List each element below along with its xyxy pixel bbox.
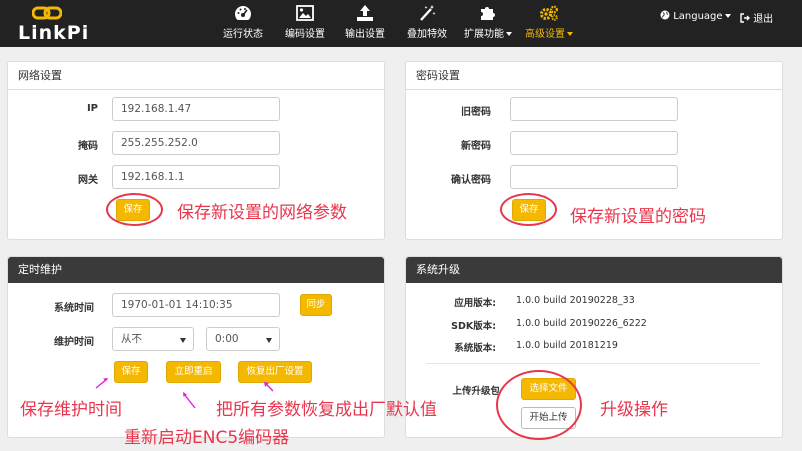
ip-label: IP xyxy=(86,103,98,114)
upgrade-highlight xyxy=(496,370,582,440)
reboot-button[interactable]: 立即重启 xyxy=(166,361,221,383)
arrow-icon xyxy=(264,382,274,392)
old-password-label: 旧密码 xyxy=(461,107,491,118)
logout-link[interactable]: 退出 xyxy=(740,10,773,25)
chevron-down-icon xyxy=(724,14,731,18)
factory-reset-annotation: 把所有参数恢复成出厂默认值 xyxy=(216,400,437,420)
reboot-annotation: 重新启动ENC5编码器 xyxy=(124,428,290,448)
mask-input[interactable]: 255.255.252.0 xyxy=(112,131,280,155)
puzzle-icon xyxy=(481,7,495,20)
system-upgrade-panel: 系统升级 应用版本: 1.0.0 build 20190228_33 SDK版本… xyxy=(405,256,783,438)
app-version-label: 应用版本: xyxy=(454,298,496,309)
chain-link-icon xyxy=(32,6,62,20)
sync-time-button[interactable]: 同步 xyxy=(300,294,332,316)
nav-run-status[interactable]: 运行状态 xyxy=(218,5,268,45)
brand-logo[interactable]: LinkPi xyxy=(18,4,90,44)
brand-name: LinkPi xyxy=(18,22,90,44)
system-time-label: 系统时间 xyxy=(54,303,94,314)
gateway-label: 网关 xyxy=(78,175,98,186)
arrow-icon xyxy=(183,392,196,409)
system-version-value: 1.0.0 build 20181219 xyxy=(516,340,618,351)
chevron-down-icon xyxy=(567,32,573,36)
image-icon xyxy=(296,5,314,21)
maintenance-day-value: 从不 xyxy=(121,333,142,345)
app-version-value: 1.0.0 build 20190228_33 xyxy=(516,295,635,306)
maintenance-save-annotation: 保存维护时间 xyxy=(20,400,122,420)
network-settings-title: 网络设置 xyxy=(8,62,384,90)
upgrade-annotation: 升级操作 xyxy=(600,400,668,420)
maintenance-hour-value: 0:00 xyxy=(215,333,239,345)
password-save-annotation: 保存新设置的密码 xyxy=(570,207,706,227)
network-save-annotation: 保存新设置的网络参数 xyxy=(177,203,347,223)
upload-package-label: 上传升级包 xyxy=(452,386,500,397)
system-time-input[interactable]: 1970-01-01 14:10:35 xyxy=(112,293,280,317)
language-menu[interactable]: Language xyxy=(660,10,731,22)
new-password-input[interactable] xyxy=(510,131,678,155)
new-password-label: 新密码 xyxy=(461,141,491,152)
old-password-input[interactable] xyxy=(510,97,678,121)
maintenance-time-label: 维护时间 xyxy=(54,337,94,348)
top-navbar: LinkPi 运行状态 编码设置 输出设置 叠加特效 扩展功能 高级设置 Lan… xyxy=(0,0,802,47)
network-save-highlight xyxy=(106,193,163,226)
maintenance-day-select[interactable]: 从不 xyxy=(112,327,194,351)
logout-icon xyxy=(740,13,750,23)
chevron-down-icon xyxy=(266,338,272,343)
nav-overlay-effects[interactable]: 叠加特效 xyxy=(402,5,452,45)
password-save-highlight xyxy=(500,193,557,226)
arrow-icon xyxy=(95,378,108,389)
sdk-version-label: SDK版本: xyxy=(451,321,496,332)
password-settings-title: 密码设置 xyxy=(406,62,782,90)
mask-label: 掩码 xyxy=(78,141,98,152)
system-upgrade-title: 系统升级 xyxy=(406,257,782,283)
nav-advanced-settings[interactable]: 高级设置 xyxy=(524,5,574,45)
confirm-password-label: 确认密码 xyxy=(451,175,491,186)
maintenance-hour-select[interactable]: 0:00 xyxy=(206,327,280,351)
ip-input[interactable]: 192.168.1.47 xyxy=(112,97,280,121)
nav-output-settings[interactable]: 输出设置 xyxy=(340,5,390,45)
magic-wand-icon xyxy=(420,5,436,21)
sdk-version-value: 1.0.0 build 20190226_6222 xyxy=(516,318,647,329)
maintenance-title: 定时维护 xyxy=(8,257,384,283)
confirm-password-input[interactable] xyxy=(510,165,678,189)
gateway-input[interactable]: 192.168.1.1 xyxy=(112,165,280,189)
chevron-down-icon xyxy=(506,32,512,36)
globe-icon xyxy=(660,10,670,20)
upgrade-divider xyxy=(426,363,760,364)
dashboard-icon xyxy=(235,6,252,20)
upload-icon xyxy=(357,5,373,21)
nav-encode-settings[interactable]: 编码设置 xyxy=(280,5,330,45)
system-version-label: 系统版本: xyxy=(454,343,496,354)
chevron-down-icon xyxy=(180,338,186,343)
gears-icon xyxy=(540,5,558,21)
nav-extensions[interactable]: 扩展功能 xyxy=(461,5,515,45)
maintenance-save-button[interactable]: 保存 xyxy=(114,361,148,383)
